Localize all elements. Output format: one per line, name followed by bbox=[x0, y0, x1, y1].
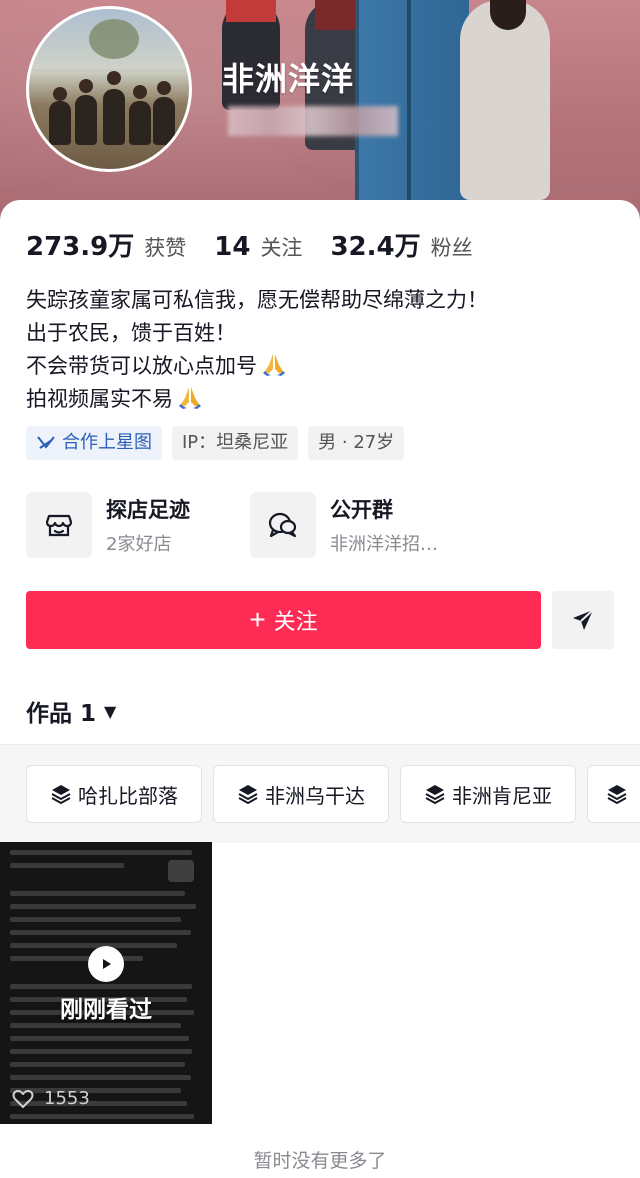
caret-down-icon: ▼ bbox=[104, 701, 117, 721]
bio-line-with-emoji: 不会带货可以放心点加号 bbox=[26, 350, 488, 383]
star-map-icon bbox=[37, 436, 55, 449]
follow-label: 关注 bbox=[273, 609, 318, 634]
ip-location-label: IP：坦桑尼亚 bbox=[182, 432, 289, 453]
stats-row: 273.9万 获赞 14 关注 32.4万 粉丝 bbox=[26, 226, 501, 263]
stat-followers[interactable]: 32.4万 粉丝 bbox=[330, 226, 472, 263]
cooperation-label: 合作上星图 bbox=[62, 432, 152, 453]
bio-line: 拍视频属实不易 bbox=[26, 387, 173, 411]
action-row: + 关注 bbox=[26, 591, 614, 649]
stat-value: 14 bbox=[214, 232, 251, 262]
play-icon bbox=[88, 946, 124, 982]
follow-button[interactable]: + 关注 bbox=[26, 591, 541, 649]
plus-icon: + bbox=[249, 604, 266, 635]
folded-hands-icon bbox=[263, 354, 285, 376]
banner-door bbox=[355, 0, 469, 200]
send-arrow-icon bbox=[573, 609, 594, 630]
heart-icon bbox=[12, 1089, 34, 1108]
layers-icon bbox=[606, 783, 628, 805]
stat-likes: 273.9万 获赞 bbox=[26, 226, 186, 263]
video-likes: 1553 bbox=[12, 1088, 90, 1109]
profile-card: 273.9万 获赞 14 关注 32.4万 粉丝 失踪孩童家属可私信我，愿无偿帮… bbox=[0, 200, 640, 1178]
collection-chip[interactable]: 非洲乌干达 bbox=[213, 765, 389, 823]
collection-label: 非洲乌干达 bbox=[265, 783, 365, 808]
shortcut-subtitle: 2家好店 bbox=[106, 534, 172, 555]
video-thumbnail-text bbox=[10, 850, 200, 1124]
store-icon bbox=[26, 492, 92, 558]
bio-line: 失踪孩童家属可私信我，愿无偿帮助尽绵薄之力！ bbox=[26, 288, 488, 312]
collection-label: 哈扎比部落 bbox=[78, 783, 178, 808]
collections-bar: 哈扎比部落 非洲乌干达 非洲肯尼亚 bbox=[0, 744, 640, 843]
bio-line: 不会带货可以放心点加号 bbox=[26, 354, 257, 378]
layers-icon bbox=[50, 783, 72, 805]
collection-chip[interactable]: 哈扎比部落 bbox=[26, 765, 202, 823]
shortcut-store-visits[interactable]: 探店足迹 2家好店 bbox=[26, 492, 250, 558]
shortcut-title: 探店足迹 bbox=[106, 498, 190, 522]
recently-viewed-label: 刚刚看过 bbox=[60, 997, 152, 1023]
folded-hands-icon bbox=[179, 387, 201, 409]
stat-label: 关注 bbox=[260, 236, 303, 260]
shortcut-subtitle: 非洲洋洋招… bbox=[330, 534, 438, 555]
cooperation-tag[interactable]: 合作上星图 bbox=[26, 426, 162, 460]
stat-label: 粉丝 bbox=[430, 236, 473, 260]
stat-following[interactable]: 14 关注 bbox=[214, 232, 302, 262]
bio-line: 出于农民，馈于百姓！ bbox=[26, 321, 236, 345]
profile-tags: 合作上星图 IP：坦桑尼亚 男 · 27岁 bbox=[26, 426, 414, 460]
bio: 失踪孩童家属可私信我，愿无偿帮助尽绵薄之力！ 出于农民，馈于百姓！ 不会带货可以… bbox=[26, 284, 488, 416]
collection-chip[interactable]: 非洲肯尼亚 bbox=[400, 765, 576, 823]
banner-figure bbox=[460, 0, 550, 200]
multi-image-icon bbox=[168, 860, 194, 882]
shortcut-public-group[interactable]: 公开群 非洲洋洋招… bbox=[250, 492, 474, 558]
gender-age-tag: 男 · 27岁 bbox=[308, 426, 405, 460]
bio-line-with-emoji: 拍视频属实不易 bbox=[26, 383, 488, 416]
works-title-label: 作品 1 bbox=[26, 701, 97, 727]
chat-bubbles-icon bbox=[250, 492, 316, 558]
ip-location-tag: IP：坦桑尼亚 bbox=[172, 426, 299, 460]
stat-value: 273.9万 bbox=[26, 232, 135, 262]
shortcut-title: 公开群 bbox=[330, 498, 393, 522]
no-more-content-label: 暂时没有更多了 bbox=[253, 1150, 387, 1172]
blurred-id bbox=[228, 106, 398, 136]
works-tab[interactable]: 作品 1 ▼ bbox=[26, 694, 116, 728]
video-tile[interactable]: 刚刚看过 1553 bbox=[0, 842, 212, 1124]
stat-value: 32.4万 bbox=[330, 232, 421, 262]
collection-chip[interactable] bbox=[587, 765, 640, 823]
stat-label: 获赞 bbox=[144, 236, 187, 260]
likes-count: 1553 bbox=[44, 1088, 90, 1109]
send-message-button[interactable] bbox=[552, 591, 614, 649]
profile-shortcuts: 探店足迹 2家好店 公开群 非洲洋洋招… bbox=[26, 492, 474, 558]
username: 非洲洋洋 bbox=[222, 60, 355, 98]
collection-label: 非洲肯尼亚 bbox=[452, 783, 552, 808]
gender-age-label: 男 · 27岁 bbox=[318, 432, 395, 453]
layers-icon bbox=[424, 783, 446, 805]
avatar[interactable] bbox=[26, 6, 192, 172]
layers-icon bbox=[237, 783, 259, 805]
